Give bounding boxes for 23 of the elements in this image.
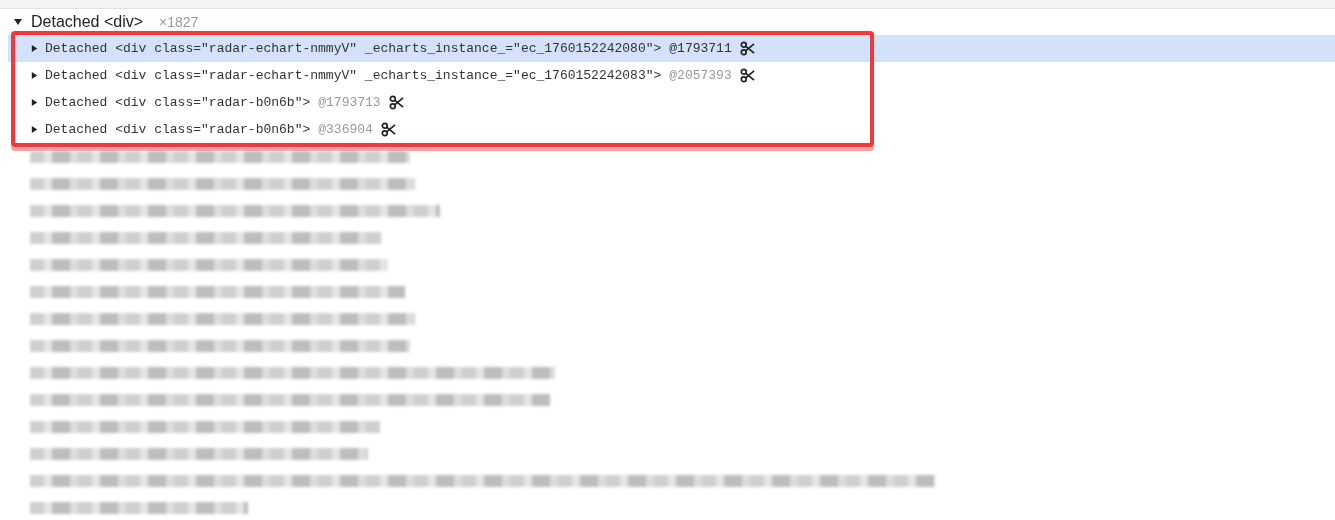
collapsed-arrow-icon[interactable] — [30, 125, 39, 134]
scissors-icon — [388, 95, 404, 110]
node-id: @1793711 — [669, 41, 732, 56]
expanded-arrow-icon[interactable] — [13, 17, 23, 27]
instance-count: ×1827 — [159, 14, 199, 30]
collapsed-arrow-icon[interactable] — [30, 71, 39, 80]
collapsed-arrow-icon[interactable] — [30, 44, 39, 53]
group-label: Detached <div> — [31, 13, 144, 31]
node-label: Detached <div class="radar-echart-nmmyV" _echarts_instance_="ec_1760152242083"> — [45, 68, 662, 83]
node-label: Detached <div class="radar-echart-nmmyV" _echarts_instance_="ec_1760152242080"> — [45, 41, 662, 56]
node-id: @1793713 — [318, 95, 381, 110]
node-label: Detached <div class="radar-b0n6b"> — [45, 122, 311, 137]
node-label: Detached <div class="radar-b0n6b"> — [45, 95, 311, 110]
tree-row[interactable]: Detached <div class="radar-echart-nmmyV" _echarts_instance_="ec_1760152242083"> @2057393 — [8, 62, 1335, 89]
node-id: @336904 — [318, 122, 373, 137]
scissors-icon — [739, 68, 755, 83]
scissors-icon — [739, 41, 755, 56]
collapsed-arrow-icon[interactable] — [30, 98, 39, 107]
node-id: @2057393 — [669, 68, 732, 83]
scissors-icon — [380, 122, 396, 137]
tree-row[interactable]: Detached <div class="radar-b0n6b"> @336904 — [8, 116, 1335, 143]
tree-row[interactable]: Detached <div class="radar-echart-nmmyV" _echarts_instance_="ec_1760152242080"> @1793711 — [8, 35, 1335, 62]
tree-row[interactable]: Detached <div class="radar-b0n6b"> @1793713 — [8, 89, 1335, 116]
